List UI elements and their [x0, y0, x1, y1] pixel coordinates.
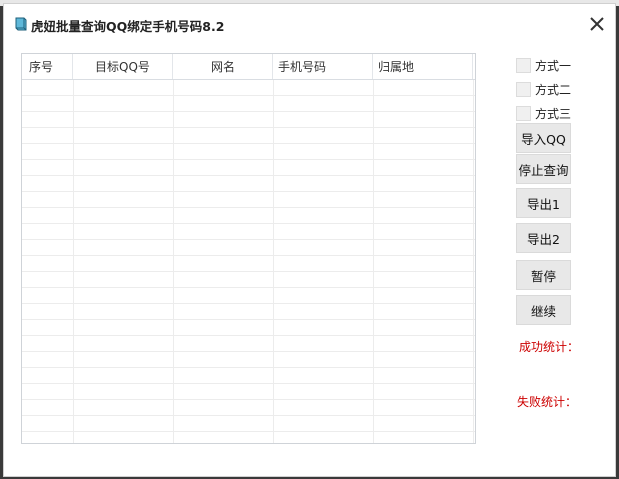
- book-icon: [13, 16, 29, 32]
- table-row[interactable]: [22, 368, 475, 384]
- table-row[interactable]: [22, 304, 475, 320]
- table-row[interactable]: [22, 112, 475, 128]
- table-row[interactable]: [22, 320, 475, 336]
- table-row[interactable]: [22, 128, 475, 144]
- table-row[interactable]: [22, 240, 475, 256]
- export-2-button[interactable]: 导出2: [516, 223, 571, 253]
- column-header-nickname[interactable]: 网名: [173, 54, 273, 79]
- close-button[interactable]: [585, 12, 609, 36]
- option-method-3[interactable]: 方式三: [516, 105, 571, 122]
- method-3-checkbox[interactable]: [516, 106, 531, 121]
- column-header-phone[interactable]: 手机号码: [273, 54, 373, 79]
- table-row[interactable]: [22, 384, 475, 400]
- method-2-label: 方式二: [535, 83, 572, 97]
- table-body: [22, 80, 475, 443]
- table-row[interactable]: [22, 416, 475, 432]
- method-1-checkbox[interactable]: [516, 58, 531, 73]
- table-row[interactable]: [22, 256, 475, 272]
- table-row[interactable]: [22, 96, 475, 112]
- fail-stat-label: 失败统计：: [517, 395, 578, 409]
- table-row[interactable]: [22, 144, 475, 160]
- export-1-button[interactable]: 导出1: [516, 188, 571, 218]
- success-stat-label: 成功统计：: [519, 340, 580, 354]
- pause-button[interactable]: 暂停: [516, 260, 571, 290]
- column-header-target-qq[interactable]: 目标QQ号: [73, 54, 173, 79]
- table-header: 序号 目标QQ号 网名 手机号码 归属地: [22, 54, 475, 80]
- window-title: 虎妞批量查询QQ绑定手机号码8.2: [31, 19, 225, 34]
- table-row[interactable]: [22, 192, 475, 208]
- table-row[interactable]: [22, 400, 475, 416]
- table-row[interactable]: [22, 272, 475, 288]
- column-header-location[interactable]: 归属地: [373, 54, 473, 79]
- table-row[interactable]: [22, 160, 475, 176]
- table-row[interactable]: [22, 352, 475, 368]
- table-row[interactable]: [22, 288, 475, 304]
- table-row[interactable]: [22, 208, 475, 224]
- option-method-2[interactable]: 方式二: [516, 81, 571, 98]
- method-3-label: 方式三: [535, 107, 572, 121]
- table-row[interactable]: [22, 224, 475, 240]
- title-bar: 虎妞批量查询QQ绑定手机号码8.2: [4, 4, 615, 44]
- table-row[interactable]: [22, 176, 475, 192]
- results-table[interactable]: 序号 目标QQ号 网名 手机号码 归属地: [21, 53, 476, 444]
- resume-button[interactable]: 继续: [516, 295, 571, 325]
- import-qq-button[interactable]: 导入QQ: [516, 123, 571, 153]
- stop-query-button[interactable]: 停止查询: [516, 154, 571, 184]
- table-row[interactable]: [22, 336, 475, 352]
- table-row[interactable]: [22, 80, 475, 96]
- method-1-label: 方式一: [535, 59, 572, 73]
- close-icon: [590, 17, 604, 31]
- option-method-1[interactable]: 方式一: [516, 57, 571, 74]
- app-window: 虎妞批量查询QQ绑定手机号码8.2 序号 目标QQ号 网名 手机号码 归属地 方…: [3, 3, 616, 477]
- column-header-index[interactable]: 序号: [22, 54, 73, 79]
- method-2-checkbox[interactable]: [516, 82, 531, 97]
